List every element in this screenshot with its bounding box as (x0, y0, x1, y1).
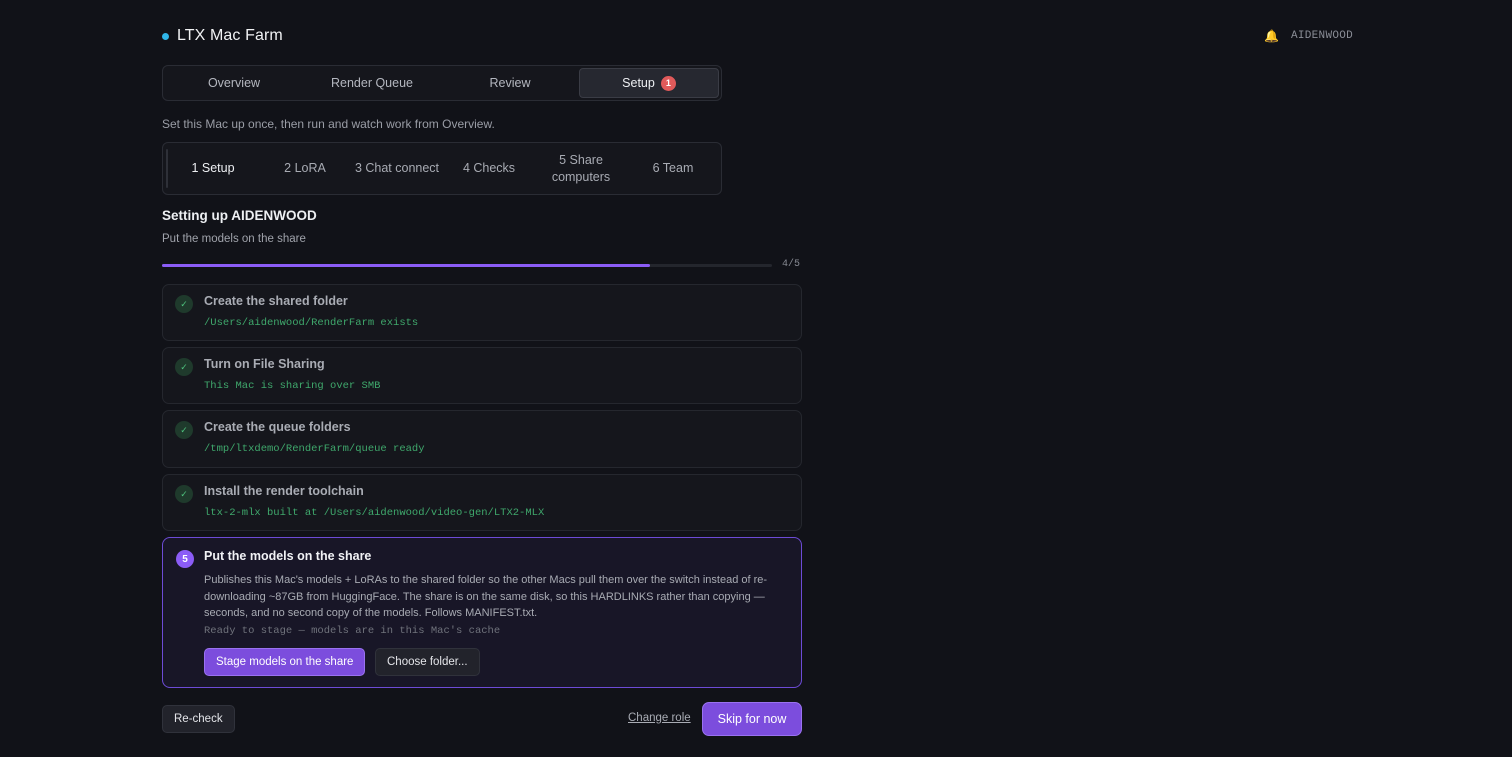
step-tabs: 1 Setup 2 LoRA 3 Chat connect 4 Checks 5… (162, 142, 722, 195)
step-card-shared-folder: ✓ Create the shared folder /Users/aidenw… (162, 284, 802, 341)
progress-fill (162, 264, 650, 267)
step-tab-setup[interactable]: 1 Setup (167, 160, 259, 177)
main-tabs: Overview Render Queue Review Setup 1 (162, 65, 722, 101)
step-tab-lora[interactable]: 2 LoRA (259, 160, 351, 177)
step-title: Create the queue folders (204, 420, 351, 434)
intro-text: Set this Mac up once, then run and watch… (162, 117, 495, 131)
change-role-link[interactable]: Change role (628, 712, 691, 724)
user-name: AIDENWOOD (1290, 30, 1354, 42)
step-title: Put the models on the share (204, 549, 372, 563)
skip-button[interactable]: Skip for now (702, 702, 802, 736)
step-detail: ltx-2-mlx built at /Users/aidenwood/vide… (204, 507, 545, 519)
tab-setup[interactable]: Setup 1 (579, 68, 719, 98)
step-card-file-sharing: ✓ Turn on File Sharing This Mac is shari… (162, 347, 802, 404)
step-title: Turn on File Sharing (204, 357, 325, 371)
progress-bar (162, 264, 772, 267)
user-area[interactable]: 🔔 AIDENWOOD (1264, 30, 1353, 42)
step-detail: /tmp/ltxdemo/RenderFarm/queue ready (204, 443, 425, 455)
choose-folder-button[interactable]: Choose folder... (375, 648, 480, 676)
step-detail: This Mac is sharing over SMB (204, 380, 381, 392)
step-title: Install the render toolchain (204, 484, 364, 498)
app-header: LTX Mac Farm (162, 27, 283, 45)
step-title: Create the shared folder (204, 294, 348, 308)
section-title: Setting up AIDENWOOD (162, 208, 317, 223)
tab-overview[interactable]: Overview (165, 68, 303, 98)
tab-label: Review (489, 76, 531, 90)
step-detail: /Users/aidenwood/RenderFarm exists (204, 317, 419, 329)
step-card-render-toolchain: ✓ Install the render toolchain ltx-2-mlx… (162, 474, 802, 531)
step-number: 5 (176, 550, 194, 568)
tab-label: Overview (207, 76, 261, 90)
step-tab-chat-connect[interactable]: 3 Chat connect (351, 160, 443, 177)
step-status: Ready to stage — models are in this Mac'… (204, 625, 501, 637)
app-title: LTX Mac Farm (177, 27, 283, 44)
recheck-button[interactable]: Re-check (162, 705, 235, 733)
progress-label: 4/5 (782, 259, 801, 270)
tab-label: Render Queue (330, 76, 413, 90)
check-icon: ✓ (175, 295, 193, 313)
section-subtitle: Put the models on the share (162, 233, 306, 245)
stage-models-button[interactable]: Stage models on the share (204, 648, 366, 676)
step-tab-share-computers[interactable]: 5 Share computers (535, 152, 627, 186)
step-tab-checks[interactable]: 4 Checks (443, 160, 535, 177)
tab-label: Setup (622, 76, 655, 90)
notification-badge: 1 (660, 75, 676, 91)
check-icon: ✓ (175, 421, 193, 439)
setup-page: LTX Mac Farm 🔔 AIDENWOOD Overview Render… (0, 0, 1512, 757)
step-card-queue-folders: ✓ Create the queue folders /tmp/ltxdemo/… (162, 410, 802, 468)
tab-render-queue[interactable]: Render Queue (303, 68, 441, 98)
check-icon: ✓ (175, 358, 193, 376)
bell-icon[interactable]: 🔔 (1264, 30, 1279, 42)
status-dot (162, 32, 169, 40)
check-icon: ✓ (175, 485, 193, 503)
step-description: Publishes this Mac's models + LoRAs to t… (204, 574, 768, 619)
step-card-models-share: 5 Put the models on the share Publishes … (162, 537, 802, 688)
tab-review[interactable]: Review (441, 68, 579, 98)
step-tab-team[interactable]: 6 Team (627, 160, 719, 177)
